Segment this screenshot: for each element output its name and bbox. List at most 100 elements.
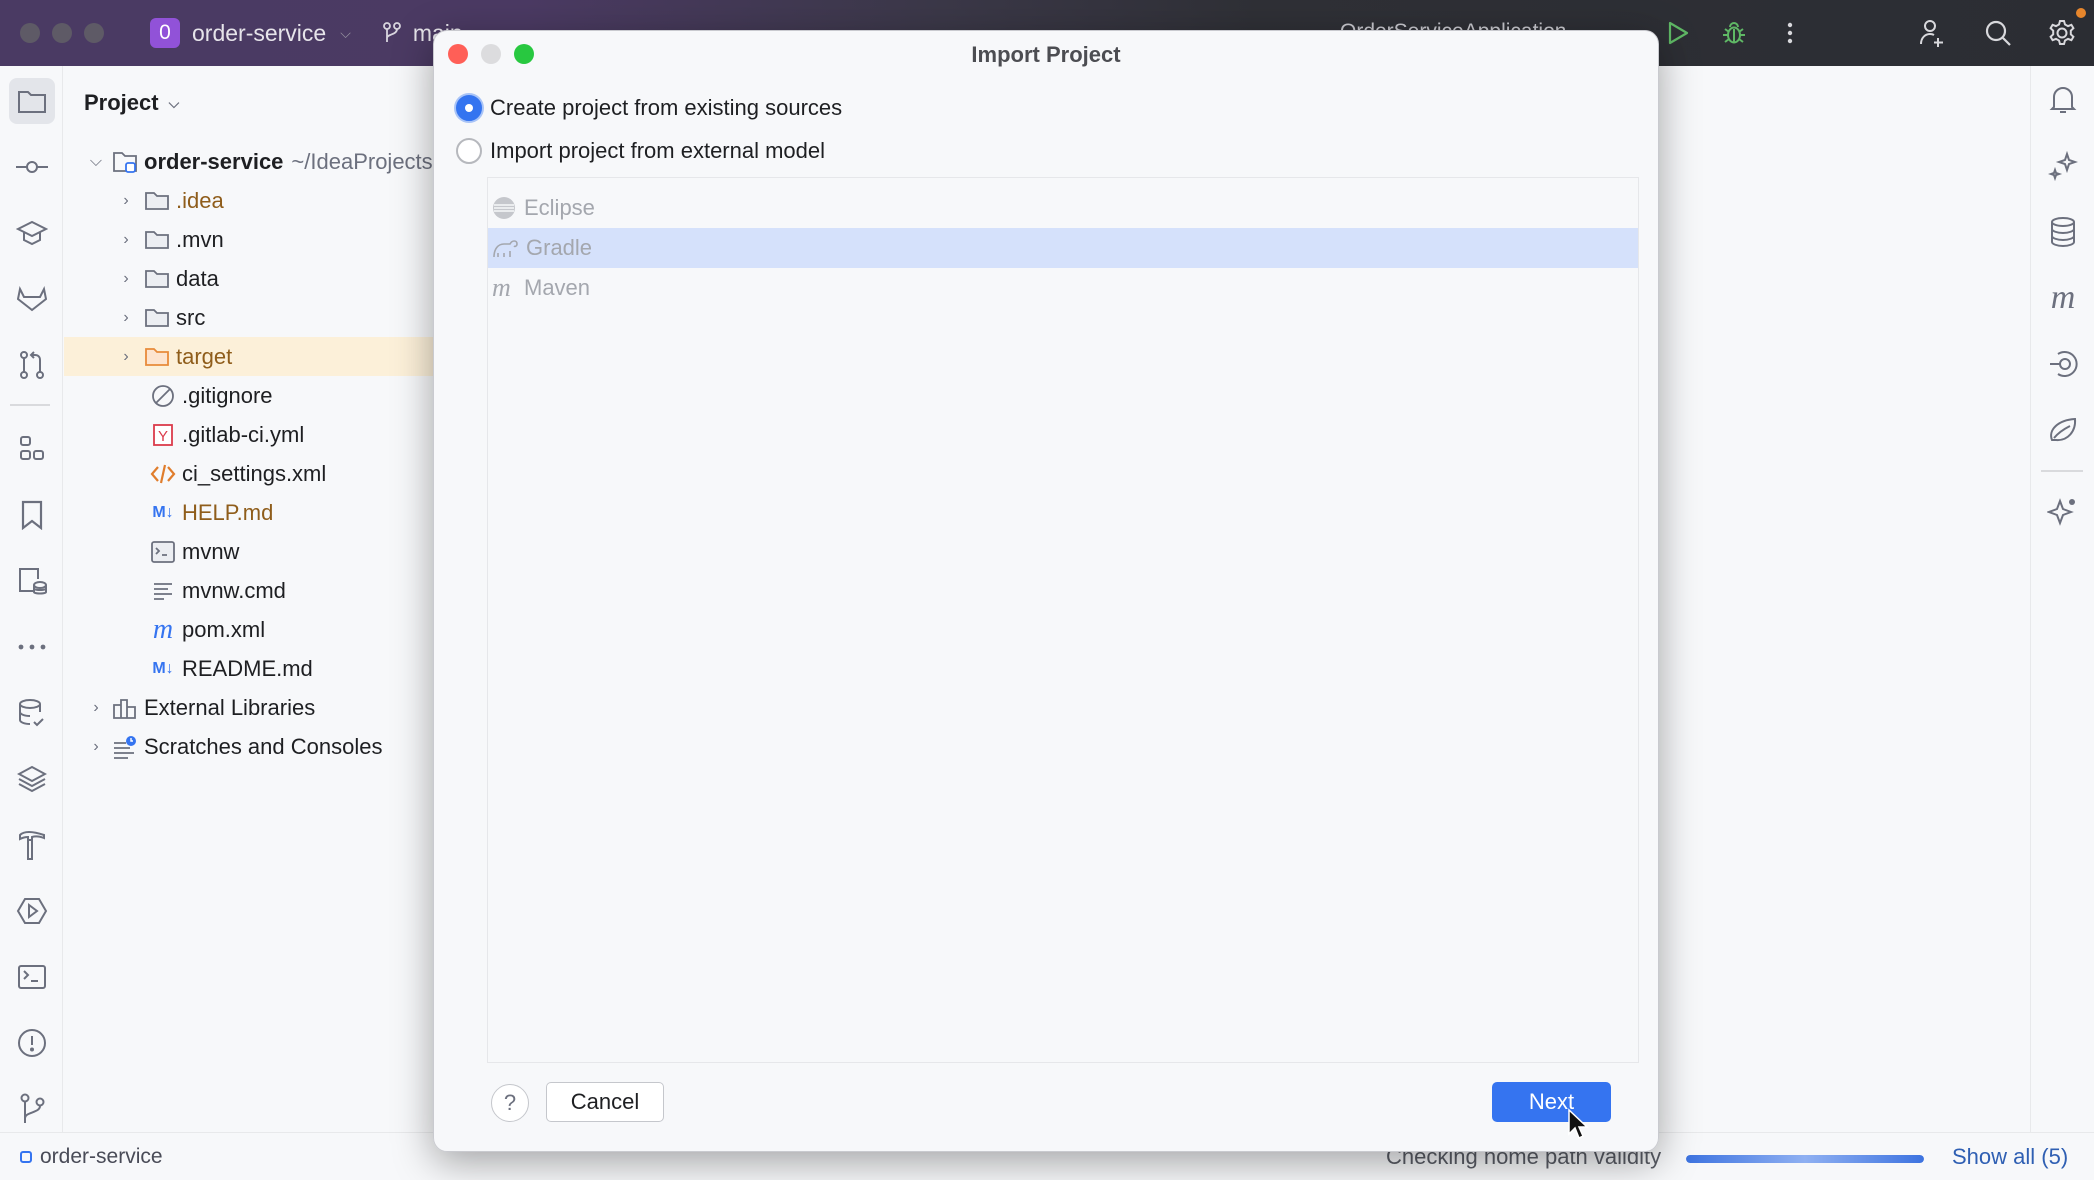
tree-item-label: .gitlab-ci.yml bbox=[182, 421, 305, 447]
help-button[interactable]: ? bbox=[491, 1084, 529, 1122]
tree-item-label: target bbox=[176, 343, 233, 369]
maven-file-icon: m bbox=[152, 613, 174, 645]
model-item-maven[interactable]: m Maven bbox=[488, 268, 1638, 308]
learn-icon[interactable] bbox=[9, 210, 55, 256]
right-tool-stripe: m bbox=[2030, 66, 2094, 1132]
add-user-icon[interactable] bbox=[1914, 15, 1950, 51]
maximize-window-button[interactable] bbox=[84, 23, 104, 43]
import-project-dialog: Import Project Create project from exist… bbox=[433, 30, 1659, 1152]
option-import-external-model[interactable]: Import project from external model bbox=[456, 138, 825, 164]
chevron-right-icon[interactable]: › bbox=[118, 270, 134, 288]
tree-item-file[interactable]: ci_settings.xml bbox=[64, 454, 444, 493]
more-icon[interactable] bbox=[1772, 15, 1808, 51]
pull-requests-icon[interactable] bbox=[9, 342, 55, 388]
tree-item-folder-excluded[interactable]: › target bbox=[64, 337, 444, 376]
folder-icon bbox=[144, 227, 170, 253]
gitlab-icon[interactable] bbox=[9, 276, 55, 322]
next-button[interactable]: Next bbox=[1492, 1082, 1611, 1122]
chevron-right-icon[interactable]: › bbox=[88, 699, 104, 717]
services-icon[interactable] bbox=[9, 888, 55, 934]
model-label: Eclipse bbox=[524, 195, 595, 220]
tree-item-scratches[interactable]: › Scratches and Consoles bbox=[64, 727, 444, 766]
structure-icon[interactable] bbox=[9, 426, 55, 472]
tree-item-label: .gitignore bbox=[182, 382, 273, 408]
settings-icon[interactable] bbox=[2044, 15, 2080, 51]
stripe-separator bbox=[10, 404, 50, 406]
folder-icon bbox=[144, 305, 170, 331]
run-icon[interactable] bbox=[1660, 15, 1696, 51]
model-item-gradle[interactable]: Gradle bbox=[488, 228, 1638, 268]
project-view-selector[interactable]: Project ⌵ bbox=[84, 90, 179, 116]
maven-icon: m bbox=[492, 273, 511, 302]
chevron-right-icon[interactable]: › bbox=[88, 738, 104, 756]
libraries-icon bbox=[112, 695, 138, 721]
mouse-cursor bbox=[1568, 1108, 1589, 1140]
tree-item-label: order-service bbox=[144, 148, 284, 174]
close-window-button[interactable] bbox=[20, 23, 40, 43]
build-icon[interactable] bbox=[9, 822, 55, 868]
option-create-from-sources[interactable]: Create project from existing sources bbox=[456, 95, 842, 121]
tree-item-folder[interactable]: › data bbox=[64, 259, 444, 298]
git-icon[interactable] bbox=[9, 1086, 55, 1132]
status-project[interactable]: order-service bbox=[20, 1145, 163, 1169]
cancel-button[interactable]: Cancel bbox=[546, 1082, 664, 1122]
commit-icon[interactable] bbox=[9, 144, 55, 190]
database-file-icon[interactable] bbox=[9, 558, 55, 604]
ai-assistant-icon[interactable] bbox=[2043, 492, 2083, 532]
notifications-icon[interactable] bbox=[2043, 80, 2083, 120]
tree-item-folder[interactable]: › .idea bbox=[64, 181, 444, 220]
chevron-right-icon[interactable]: › bbox=[118, 192, 134, 210]
branch-icon bbox=[382, 22, 401, 42]
terminal-icon[interactable] bbox=[9, 954, 55, 1000]
tree-item-libraries[interactable]: › External Libraries bbox=[64, 688, 444, 727]
spring-icon[interactable] bbox=[2043, 410, 2083, 450]
endpoints-icon[interactable] bbox=[2043, 344, 2083, 384]
debug-icon[interactable] bbox=[1716, 15, 1752, 51]
module-folder-icon bbox=[112, 149, 138, 175]
chevron-down-icon[interactable]: ⌵ bbox=[340, 25, 351, 42]
project-selector[interactable]: order-service bbox=[192, 20, 326, 47]
update-badge bbox=[2076, 8, 2086, 18]
stripe-separator bbox=[2041, 470, 2083, 472]
project-badge[interactable]: 0 bbox=[150, 18, 180, 48]
model-item-eclipse[interactable]: Eclipse bbox=[488, 188, 1638, 228]
option-label: Import project from external model bbox=[490, 138, 826, 163]
show-all-tasks-link[interactable]: Show all (5) bbox=[1952, 1144, 2068, 1170]
tree-item-file[interactable]: M↓ HELP.md bbox=[64, 493, 444, 532]
more-tools-icon[interactable] bbox=[9, 624, 55, 670]
project-icon[interactable] bbox=[9, 78, 55, 124]
chevron-right-icon[interactable]: › bbox=[118, 231, 134, 249]
model-label: Maven bbox=[524, 275, 591, 300]
chevron-right-icon[interactable]: › bbox=[118, 348, 134, 366]
layers-icon[interactable] bbox=[9, 756, 55, 802]
tree-item-file[interactable]: M↓ README.md bbox=[64, 649, 444, 688]
dialog-title: Import Project bbox=[971, 42, 1121, 67]
database-icon[interactable] bbox=[2043, 212, 2083, 252]
tree-item-label: HELP.md bbox=[182, 499, 274, 525]
tree-item-file[interactable]: m pom.xml bbox=[64, 610, 444, 649]
module-icon bbox=[20, 1151, 32, 1163]
minimize-window-button[interactable] bbox=[52, 23, 72, 43]
database-check-icon[interactable] bbox=[9, 690, 55, 736]
folder-icon bbox=[144, 266, 170, 292]
tree-item-root[interactable]: ⌵ order-service ~/IdeaProjects bbox=[64, 142, 444, 181]
tree-item-folder[interactable]: › .mvn bbox=[64, 220, 444, 259]
radio-button-checked[interactable] bbox=[456, 95, 482, 121]
radio-button[interactable] bbox=[456, 138, 482, 164]
chevron-right-icon[interactable]: › bbox=[118, 309, 134, 327]
maven-icon[interactable]: m bbox=[2043, 278, 2083, 318]
tree-item-label: Scratches and Consoles bbox=[144, 733, 383, 759]
tree-item-file[interactable]: Y .gitlab-ci.yml bbox=[64, 415, 444, 454]
search-icon[interactable] bbox=[1980, 15, 2016, 51]
problems-icon[interactable] bbox=[9, 1020, 55, 1066]
tree-item-label: src bbox=[176, 304, 206, 330]
chevron-down-icon[interactable]: ⌵ bbox=[88, 153, 104, 171]
tree-item-file[interactable]: .gitignore bbox=[64, 376, 444, 415]
window-controls bbox=[20, 23, 104, 43]
ai-sparkle-icon[interactable] bbox=[2043, 146, 2083, 186]
project-tool-window: Project ⌵ ⌵ order-service ~/IdeaProjects… bbox=[64, 66, 444, 1132]
bookmarks-icon[interactable] bbox=[9, 492, 55, 538]
tree-item-file[interactable]: mvnw.cmd bbox=[64, 571, 444, 610]
tree-item-folder[interactable]: › src bbox=[64, 298, 444, 337]
tree-item-file[interactable]: mvnw bbox=[64, 532, 444, 571]
